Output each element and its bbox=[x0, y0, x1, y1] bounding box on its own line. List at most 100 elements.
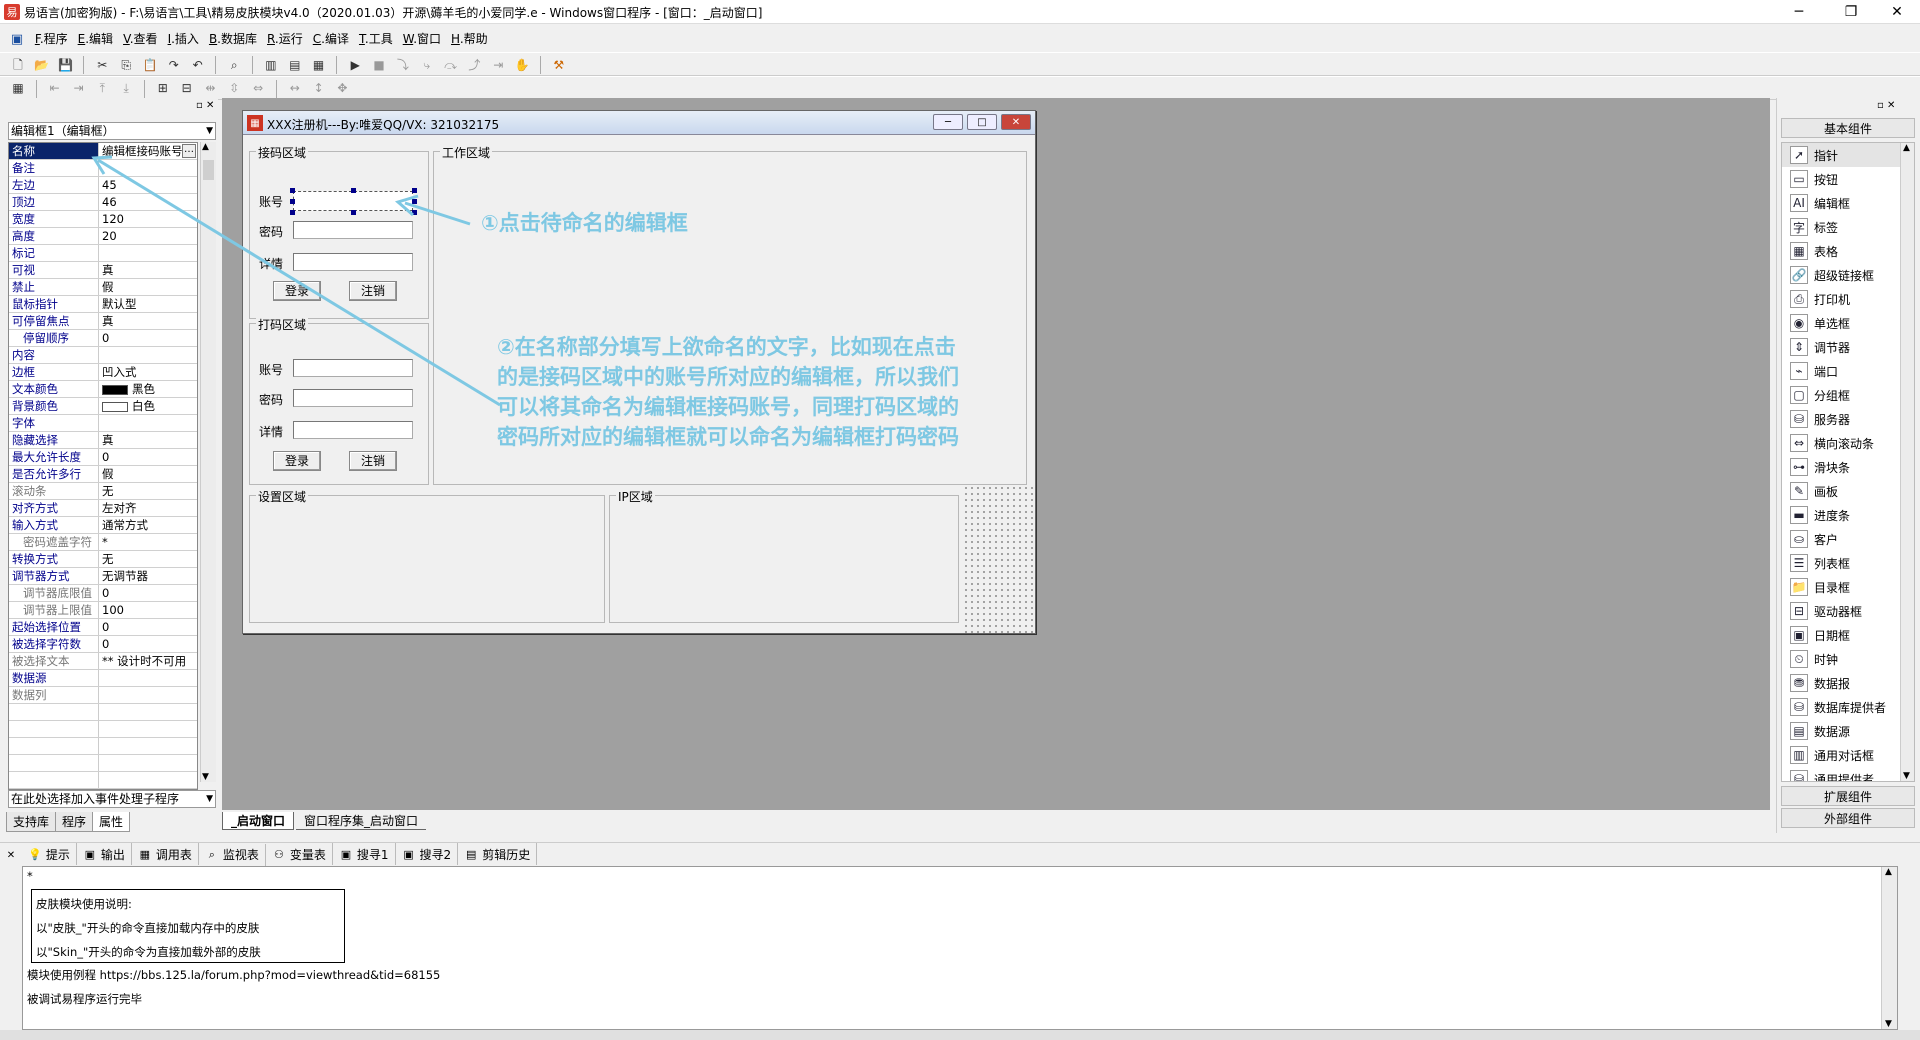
property-row[interactable]: 高度 20 bbox=[9, 228, 197, 245]
step-icon[interactable]: ⤵ bbox=[393, 54, 413, 74]
menu-item-b[interactable]: B.数据库 bbox=[204, 28, 262, 50]
property-value[interactable]: 0 bbox=[99, 585, 197, 601]
receive-detail-input[interactable] bbox=[293, 253, 413, 271]
close-icon[interactable]: ✕ bbox=[4, 850, 18, 861]
panel-pin-icon[interactable]: ▫ ✕ bbox=[196, 100, 214, 111]
property-row[interactable]: 左边 45 bbox=[9, 177, 197, 194]
scroll-down-icon[interactable]: ▼ bbox=[1885, 1019, 1892, 1029]
chevron-down-icon[interactable]: ▼ bbox=[206, 123, 213, 139]
panel-pin-icon[interactable]: ▫ ✕ bbox=[1877, 100, 1895, 111]
selection-handle[interactable] bbox=[412, 210, 417, 215]
step-over-icon[interactable]: ⤼ bbox=[441, 55, 461, 75]
property-row[interactable]: 调节器方式 无调节器 bbox=[9, 568, 197, 585]
new-file-icon[interactable]: 🗋 bbox=[8, 56, 28, 76]
external-components-header[interactable]: 外部组件 bbox=[1781, 808, 1915, 828]
align-bottom-icon[interactable]: ⤓ bbox=[116, 79, 136, 99]
build-icon[interactable]: ⚒ bbox=[549, 55, 569, 75]
property-row[interactable]: 顶边 46 bbox=[9, 194, 197, 211]
property-value[interactable]: 左对齐 bbox=[99, 500, 197, 516]
component-item[interactable]: ▥ 通用对话框 bbox=[1782, 743, 1900, 767]
property-value[interactable] bbox=[99, 347, 197, 363]
event-selector[interactable]: 在此处选择加入事件处理子程序 ▼ bbox=[8, 790, 216, 808]
output-scrollbar[interactable]: ▲ ▼ bbox=[1881, 867, 1897, 1029]
property-value[interactable]: 真 bbox=[99, 432, 197, 448]
component-item[interactable]: ▣ 日期框 bbox=[1782, 623, 1900, 647]
form-close-button[interactable]: ✕ bbox=[1001, 114, 1031, 130]
property-value[interactable]: 无 bbox=[99, 483, 197, 499]
property-row[interactable]: 可视真 bbox=[9, 262, 197, 279]
receive-account-input[interactable] bbox=[293, 191, 413, 211]
undo-icon[interactable]: ↶ bbox=[188, 55, 208, 75]
selection-handle[interactable] bbox=[290, 199, 295, 204]
component-item[interactable]: ⛀ 客户 bbox=[1782, 527, 1900, 551]
print-login-button[interactable]: 登录 bbox=[273, 451, 321, 471]
extended-components-header[interactable]: 扩展组件 bbox=[1781, 786, 1915, 806]
component-item[interactable]: AI 编辑框 bbox=[1782, 191, 1900, 215]
property-row[interactable]: 滚动条无 bbox=[9, 483, 197, 500]
redo-icon[interactable]: ↷ bbox=[164, 55, 184, 75]
print-password-input[interactable] bbox=[293, 389, 413, 407]
component-item[interactable]: ✎ 画板 bbox=[1782, 479, 1900, 503]
property-value[interactable]: 假 bbox=[99, 279, 197, 295]
receive-logout-button[interactable]: 注销 bbox=[349, 281, 397, 301]
property-row[interactable]: 可停留焦点真 bbox=[9, 313, 197, 330]
property-value[interactable]: 默认型 bbox=[99, 296, 197, 312]
align-left-icon[interactable]: ⇤ bbox=[45, 78, 65, 98]
property-row[interactable]: 鼠标指针 默认型 bbox=[9, 296, 197, 313]
save-icon[interactable]: 💾 bbox=[56, 55, 76, 75]
component-item[interactable]: ▭ 按钮 bbox=[1782, 167, 1900, 191]
find-icon[interactable]: ⌕ bbox=[224, 55, 244, 75]
property-row[interactable]: 起始选择位置 0 bbox=[9, 619, 197, 636]
property-row[interactable]: 禁止假 bbox=[9, 279, 197, 296]
property-value[interactable]: * bbox=[99, 534, 197, 550]
property-row[interactable]: 内容 bbox=[9, 347, 197, 364]
hand-icon[interactable]: ✋ bbox=[512, 55, 532, 75]
property-value[interactable]: 120 bbox=[99, 211, 197, 227]
minimize-button[interactable]: ─ bbox=[1776, 0, 1822, 24]
same-width-icon[interactable]: ↔ bbox=[285, 78, 305, 98]
layout3-icon[interactable]: ▦ bbox=[309, 55, 329, 75]
layout1-icon[interactable]: ▥ bbox=[261, 55, 281, 75]
property-value[interactable]: 通常方式 bbox=[99, 517, 197, 533]
property-row[interactable]: 停留顺序 0 bbox=[9, 330, 197, 347]
component-item[interactable]: ▦ 表格 bbox=[1782, 239, 1900, 263]
scroll-up-icon[interactable]: ▲ bbox=[202, 142, 209, 152]
same-height-icon[interactable]: ↕ bbox=[309, 78, 329, 98]
component-item[interactable]: 🔗 超级链接框 bbox=[1782, 263, 1900, 287]
menu-item-i[interactable]: I.插入 bbox=[163, 28, 204, 50]
maximize-button[interactable]: ❐ bbox=[1828, 0, 1874, 24]
center-h-icon[interactable]: ⊞ bbox=[153, 78, 173, 98]
scroll-down-icon[interactable]: ▼ bbox=[202, 772, 209, 782]
property-row[interactable]: 宽度 120 bbox=[9, 211, 197, 228]
component-item[interactable]: ⛃ 数据报 bbox=[1782, 671, 1900, 695]
property-value[interactable]: 无调节器 bbox=[99, 568, 197, 584]
menu-item-r[interactable]: R.运行 bbox=[262, 28, 308, 50]
component-item[interactable]: ⇕ 调节器 bbox=[1782, 335, 1900, 359]
property-row[interactable]: 调节器底限值 0 bbox=[9, 585, 197, 602]
component-item[interactable]: ▢ 分组框 bbox=[1782, 383, 1900, 407]
property-row[interactable]: 背景颜色 白色 bbox=[9, 398, 197, 415]
property-value[interactable]: 假 bbox=[99, 466, 197, 482]
output-tab[interactable]: ▣ 搜寻1 bbox=[333, 843, 396, 865]
property-value[interactable]: 0 bbox=[99, 449, 197, 465]
chevron-down-icon[interactable]: ▼ bbox=[206, 791, 213, 807]
property-value[interactable]: 无 bbox=[99, 551, 197, 567]
tab-properties[interactable]: 属性 bbox=[92, 812, 131, 832]
property-value[interactable]: ** 设计时不可用 bbox=[99, 653, 197, 669]
tab-support-lib[interactable]: 支持库 bbox=[6, 812, 57, 832]
menu-item-c[interactable]: C.编译 bbox=[308, 28, 354, 50]
property-value[interactable]: 黑色 bbox=[99, 381, 197, 397]
menu-item-w[interactable]: W.窗口 bbox=[398, 28, 446, 50]
menu-item-t[interactable]: T.工具 bbox=[354, 28, 398, 50]
property-row[interactable]: 最大允许长度 0 bbox=[9, 449, 197, 466]
component-item[interactable]: ⎙ 打印机 bbox=[1782, 287, 1900, 311]
paste-icon[interactable]: 📋 bbox=[140, 55, 160, 75]
open-folder-icon[interactable]: 📂 bbox=[32, 55, 52, 75]
tab-window-assembly[interactable]: 窗口程序集_启动窗口 bbox=[296, 812, 427, 830]
receive-login-button[interactable]: 登录 bbox=[273, 281, 321, 301]
form-maximize-button[interactable]: □ bbox=[967, 114, 997, 130]
property-value[interactable]: 编辑框接码账号… bbox=[99, 143, 197, 159]
component-item[interactable]: ▤ 数据源 bbox=[1782, 719, 1900, 743]
space-h-icon[interactable]: ⇹ bbox=[200, 78, 220, 98]
component-item[interactable]: ⏲ 时钟 bbox=[1782, 647, 1900, 671]
